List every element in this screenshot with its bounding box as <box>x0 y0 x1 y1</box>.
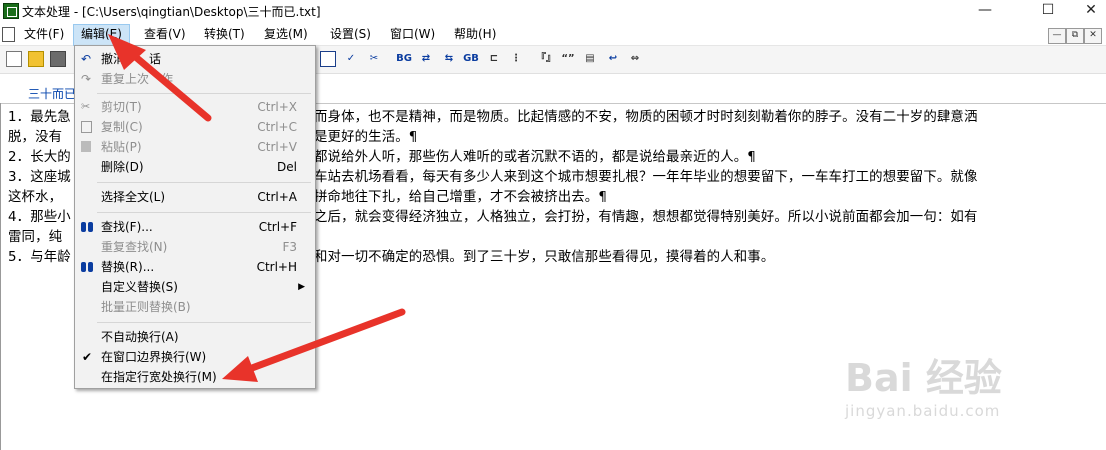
menu-window[interactable]: 窗口(W) <box>383 24 442 45</box>
check-x-icon[interactable]: ✓ <box>343 51 359 67</box>
menu-item-find[interactable]: 查找(F)... Ctrl+F <box>75 217 315 237</box>
editor-line: 和对一切不确定的恐惧。到了三十岁，只敢信那些看得见，摸得着的人和事。 <box>314 250 775 265</box>
watermark-url: jingyan.baidu.com <box>845 402 1001 420</box>
doc-icon[interactable]: ▤ <box>582 51 598 67</box>
scissors-icon[interactable]: ✂ <box>366 51 382 67</box>
menu-item-copy[interactable]: 复制(C) Ctrl+C <box>75 117 315 137</box>
gb-icon[interactable]: GB <box>463 51 479 67</box>
line-icon[interactable]: ⊏ <box>486 51 502 67</box>
maximize-button[interactable]: ☐ <box>1025 0 1071 22</box>
minimize-button[interactable]: — <box>962 0 1008 22</box>
mdi-close-button[interactable]: ✕ <box>1084 28 1102 44</box>
menu-item-paste[interactable]: 粘贴(P) Ctrl+V <box>75 137 315 157</box>
replace-icon <box>80 262 94 273</box>
editor-line: 脱，没有 <box>8 130 63 145</box>
editor-line: 1．最先急 <box>8 110 71 125</box>
menu-item-find-again[interactable]: 重复查找(N) F3 <box>75 237 315 257</box>
menu-help[interactable]: 帮助(H) <box>447 24 503 45</box>
menu-item-delete[interactable]: 删除(D) Del <box>75 157 315 177</box>
save-icon[interactable] <box>50 51 66 67</box>
scissors-icon: ✂ <box>81 100 91 113</box>
submenu-arrow-icon: ▶ <box>298 282 305 292</box>
editor-line: 而身体，也不是精神，而是物质。比起情感的不安，物质的困顿才时时刻刻勒着你的脖子。… <box>314 110 978 125</box>
menu-separator <box>97 322 311 323</box>
dots-icon[interactable]: ⋮ <box>508 51 524 67</box>
menu-separator <box>97 212 311 213</box>
menu-edit[interactable]: 编辑(E) <box>73 24 130 47</box>
editor-line: 3．这座城 <box>8 170 71 185</box>
menu-item-wrap-width[interactable]: 在指定行宽处换行(M) <box>75 367 315 387</box>
bg-icon[interactable]: BG <box>396 51 412 67</box>
redo-icon: ↷ <box>81 72 92 86</box>
binoculars-icon <box>80 222 94 233</box>
table-icon[interactable] <box>320 51 336 67</box>
menu-bar: 文件(F) 编辑(E) 查看(V) 转换(T) 复选(M) 设置(S) 窗口(W… <box>0 24 1106 47</box>
menu-file[interactable]: 文件(F) <box>17 24 71 45</box>
close-button[interactable]: ✕ <box>1068 0 1106 22</box>
editor-line: 之后，就会变得经济独立，人格独立，会打扮，有情趣，想想都觉得特别美好。所以小说前… <box>314 210 978 225</box>
tab-document[interactable]: 三十而已 <box>28 87 76 101</box>
checkmark-icon: ✔ <box>82 350 93 364</box>
paste-icon <box>81 141 91 152</box>
menu-item-custom-replace[interactable]: 自定义替换(S) ▶ <box>75 277 315 297</box>
convert-icon[interactable]: ⇄ <box>418 51 434 67</box>
menu-multi[interactable]: 复选(M) <box>257 24 315 45</box>
editor-line: 2．长大的 <box>8 150 71 165</box>
document-icon[interactable] <box>2 27 15 42</box>
editor-line: 都说给外人听，那些伤人难听的或者沉默不语的，都是说给最亲近的人。¶ <box>314 150 756 165</box>
mdi-minimize-button[interactable]: — <box>1048 28 1066 44</box>
edit-dropdown-menu: ↶ 撤消 话 ↷ 重复上次 作 ✂ 剪切(T) Ctrl+X 复制(C) Ctr… <box>74 45 316 389</box>
menu-item-redo[interactable]: ↷ 重复上次 作 <box>75 69 315 89</box>
menu-convert[interactable]: 转换(T) <box>197 24 252 45</box>
editor-line: 车站去机场看看，每天有多少人来到这个城市想要扎根？一年年毕业的想要留下，一车车打… <box>314 170 978 185</box>
editor-line: 5．与年龄 <box>8 250 71 265</box>
menu-item-no-wrap[interactable]: 不自动换行(A) <box>75 327 315 347</box>
menu-item-replace[interactable]: 替换(R)... Ctrl+H <box>75 257 315 277</box>
menu-settings[interactable]: 设置(S) <box>323 24 378 45</box>
menu-separator <box>97 93 311 94</box>
mdi-restore-button[interactable]: ⧉ <box>1066 28 1084 44</box>
title-bar: 文本处理 - [C:\Users\qingtian\Desktop\三十而已.t… <box>0 0 1106 22</box>
menu-separator <box>97 182 311 183</box>
menu-item-wrap-window[interactable]: ✔ 在窗口边界换行(W) <box>75 347 315 367</box>
editor-line: 拼命地往下扎，给自己增重，才不会被挤出去。¶ <box>314 190 608 205</box>
copy-icon <box>81 121 92 133</box>
new-icon[interactable] <box>6 51 22 67</box>
watermark-logo: Bai 经验 <box>845 356 1002 400</box>
open-icon[interactable] <box>28 51 44 67</box>
quote-icon[interactable]: “” <box>560 51 576 67</box>
editor-line: 4．那些小 <box>8 210 71 225</box>
convert2-icon[interactable]: ⇆ <box>441 51 457 67</box>
editor-line: 这杯水， <box>8 190 63 205</box>
undo-icon: ↶ <box>81 52 92 66</box>
menu-item-undo[interactable]: ↶ 撤消 话 <box>75 49 315 69</box>
editor-line: 是更好的生活。¶ <box>314 130 418 145</box>
menu-item-batch-replace[interactable]: 批量正则替换(B) <box>75 297 315 317</box>
menu-item-cut[interactable]: ✂ 剪切(T) Ctrl+X <box>75 97 315 117</box>
menu-item-select-all[interactable]: 选择全文(L) Ctrl+A <box>75 187 315 207</box>
app-icon <box>3 3 19 19</box>
menu-view[interactable]: 查看(V) <box>137 24 193 45</box>
window-title: 文本处理 - [C:\Users\qingtian\Desktop\三十而已.t… <box>22 5 321 19</box>
expand-icon[interactable]: ⇔ <box>627 51 643 67</box>
bracket-icon[interactable]: 『』 <box>536 51 556 67</box>
editor-line: 雷同，纯 <box>8 230 63 245</box>
wrap-icon[interactable]: ↩ <box>605 51 621 67</box>
